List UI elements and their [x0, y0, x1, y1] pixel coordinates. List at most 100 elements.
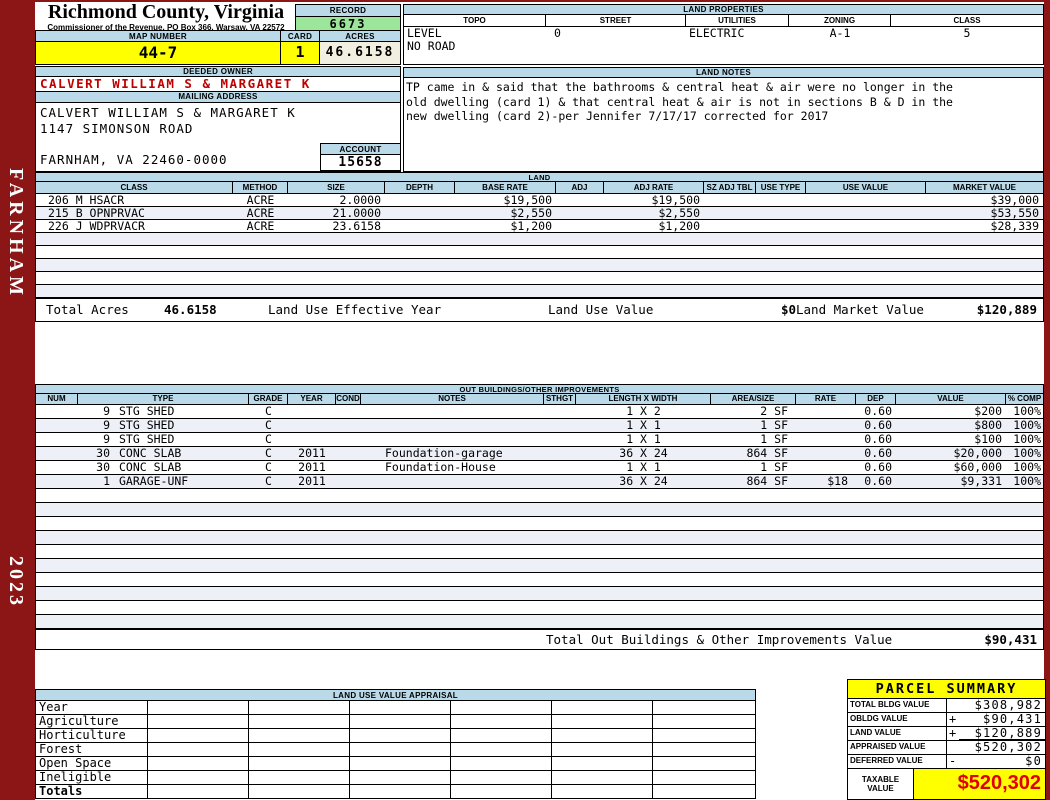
cell-sz-adj: [704, 220, 756, 232]
land-col-market-value: MARKET VALUE: [926, 182, 1043, 193]
ob-empty-row: [35, 559, 1044, 573]
ob-col-num: NUM: [36, 394, 78, 404]
ps-operator: -: [947, 755, 959, 768]
cell-rate: $18: [796, 475, 856, 488]
land-totals-row: Total Acres 46.6158 Land Use Effective Y…: [35, 298, 1044, 322]
taxable-label: TAXABLE VALUE: [848, 769, 914, 799]
cell-value: $9,331: [896, 475, 1006, 488]
col-topo: TOPO: [404, 15, 546, 26]
cell-year: [288, 405, 336, 418]
empty-cell: [451, 785, 552, 798]
land-table-title: LAND: [35, 172, 1044, 182]
cell-base-rate: $1,200: [455, 220, 556, 232]
land-col-adj: ADJ: [556, 182, 604, 193]
cell-lxw: 36 X 24: [576, 475, 711, 488]
tax-year-vertical: 2023: [4, 556, 27, 608]
cell-area: 864 SF: [711, 447, 796, 460]
ob-empty-row: [35, 531, 1044, 545]
ps-row-deferred: DEFERRED VALUE - $0: [847, 755, 1046, 769]
county-title: Richmond County, Virginia: [40, 2, 292, 23]
ob-empty-row: [35, 587, 1044, 601]
out-buildings-title: OUT BUILDINGS/OTHER IMPROVEMENTS: [35, 384, 1044, 394]
cell-rate: [796, 405, 856, 418]
map-number-value: 44-7: [35, 42, 280, 65]
appraisal-row-year: Year: [35, 701, 756, 715]
cell-area: 2 SF: [711, 405, 796, 418]
land-row-1: 206 M HSACR ACRE 2.0000 $19,500 $19,500 …: [35, 194, 1044, 207]
cell-adj-rate: $1,200: [604, 220, 704, 232]
ps-label: APPRAISED VALUE: [848, 741, 947, 754]
cell-lxw: 1 X 1: [576, 461, 711, 474]
ob-num: 1: [78, 475, 110, 488]
zoning-value: A-1: [789, 27, 891, 40]
cell-size: 2.0000: [288, 194, 385, 206]
empty-cell: [350, 785, 451, 798]
empty-cell: [350, 757, 451, 770]
cell-adj-rate: $2,550: [604, 207, 704, 219]
ob-num: 9: [78, 405, 110, 418]
cell-adj: [556, 194, 604, 206]
cell-comp: 100%: [1006, 433, 1043, 446]
parcel-summary-title: PARCEL SUMMARY: [847, 679, 1046, 699]
cell-adj-rate: $19,500: [604, 194, 704, 206]
row-label: Open Space: [36, 757, 148, 770]
ob-col-comp: % COMP: [1006, 394, 1043, 404]
cell-dep: 0.60: [856, 447, 896, 460]
ob-col-rate: RATE: [796, 394, 856, 404]
ps-value: $520,302: [959, 741, 1045, 754]
ob-type: STG SHED: [119, 433, 174, 446]
ob-col-type: TYPE: [78, 394, 249, 404]
property-record-card: FARNHAM 2023 Richmond County, Virginia C…: [0, 0, 1050, 800]
ps-row-obldg: OBLDG VALUE + $90,431: [847, 713, 1046, 727]
empty-cell: [552, 757, 653, 770]
ob-col-dep: DEP: [856, 394, 896, 404]
ob-type: CONC SLAB: [119, 447, 181, 460]
cell-notes: Foundation-garage: [361, 447, 544, 460]
ob-type: CONC SLAB: [119, 461, 181, 474]
cell-grade: C: [249, 433, 288, 446]
cell-grade: C: [249, 419, 288, 432]
cell-comp: 100%: [1006, 461, 1043, 474]
land-notes-line-1: TP came in & said that the bathrooms & c…: [406, 80, 1043, 95]
cell-value: $20,000: [896, 447, 1006, 460]
ps-operator: +: [947, 727, 959, 740]
land-col-use-value: USE VALUE: [806, 182, 926, 193]
col-zoning: ZONING: [789, 15, 891, 26]
cell-year: [288, 419, 336, 432]
record-box: RECORD 6673: [295, 4, 401, 32]
appraisal-row-ineligible: Ineligible: [35, 771, 756, 785]
ob-num: 30: [78, 447, 110, 460]
cell-sz-adj: [704, 194, 756, 206]
cell-sthgt: [544, 475, 576, 488]
ob-total-value: $90,431: [984, 630, 1037, 649]
col-street: STREET: [546, 15, 686, 26]
cell-notes: Foundation-House: [361, 461, 544, 474]
land-empty-row: [35, 272, 1044, 285]
ps-value: $90,431: [959, 713, 1045, 726]
ob-type: GARAGE-UNF: [119, 475, 188, 488]
cell-use-value: [806, 207, 926, 219]
ps-value: $0: [959, 755, 1045, 768]
ob-total-label: Total Out Buildings & Other Improvements…: [546, 630, 892, 649]
empty-cell: [350, 715, 451, 728]
land-market-value-label: Land Market Value: [796, 299, 924, 321]
ob-col-notes: NOTES: [361, 394, 544, 404]
ob-empty-row: [35, 517, 1044, 531]
ps-label: LAND VALUE: [848, 727, 947, 740]
land-row-2: 215 B OPNPRVAC ACRE 21.0000 $2,550 $2,55…: [35, 207, 1044, 220]
empty-cell: [249, 771, 350, 784]
cell-notes: [361, 433, 544, 446]
land-notes-title: LAND NOTES: [403, 67, 1044, 78]
ob-num: 9: [78, 433, 110, 446]
cell-num: [36, 433, 78, 446]
ob-row-1: 9STG SHED C 1 X 2 2 SF 0.60 $200 100%: [35, 405, 1044, 419]
empty-cell: [552, 785, 653, 798]
empty-cell: [350, 729, 451, 742]
cell-year: [288, 433, 336, 446]
ps-row-land: LAND VALUE + $120,889: [847, 727, 1046, 741]
ps-row-taxable: TAXABLE VALUE $520,302: [847, 769, 1046, 800]
ob-num: 30: [78, 461, 110, 474]
appraisal-row-totals: Totals: [35, 785, 756, 799]
mailing-line-1: CALVERT WILLIAM S & MARGARET K: [36, 105, 400, 121]
ps-operator: +: [947, 713, 959, 726]
